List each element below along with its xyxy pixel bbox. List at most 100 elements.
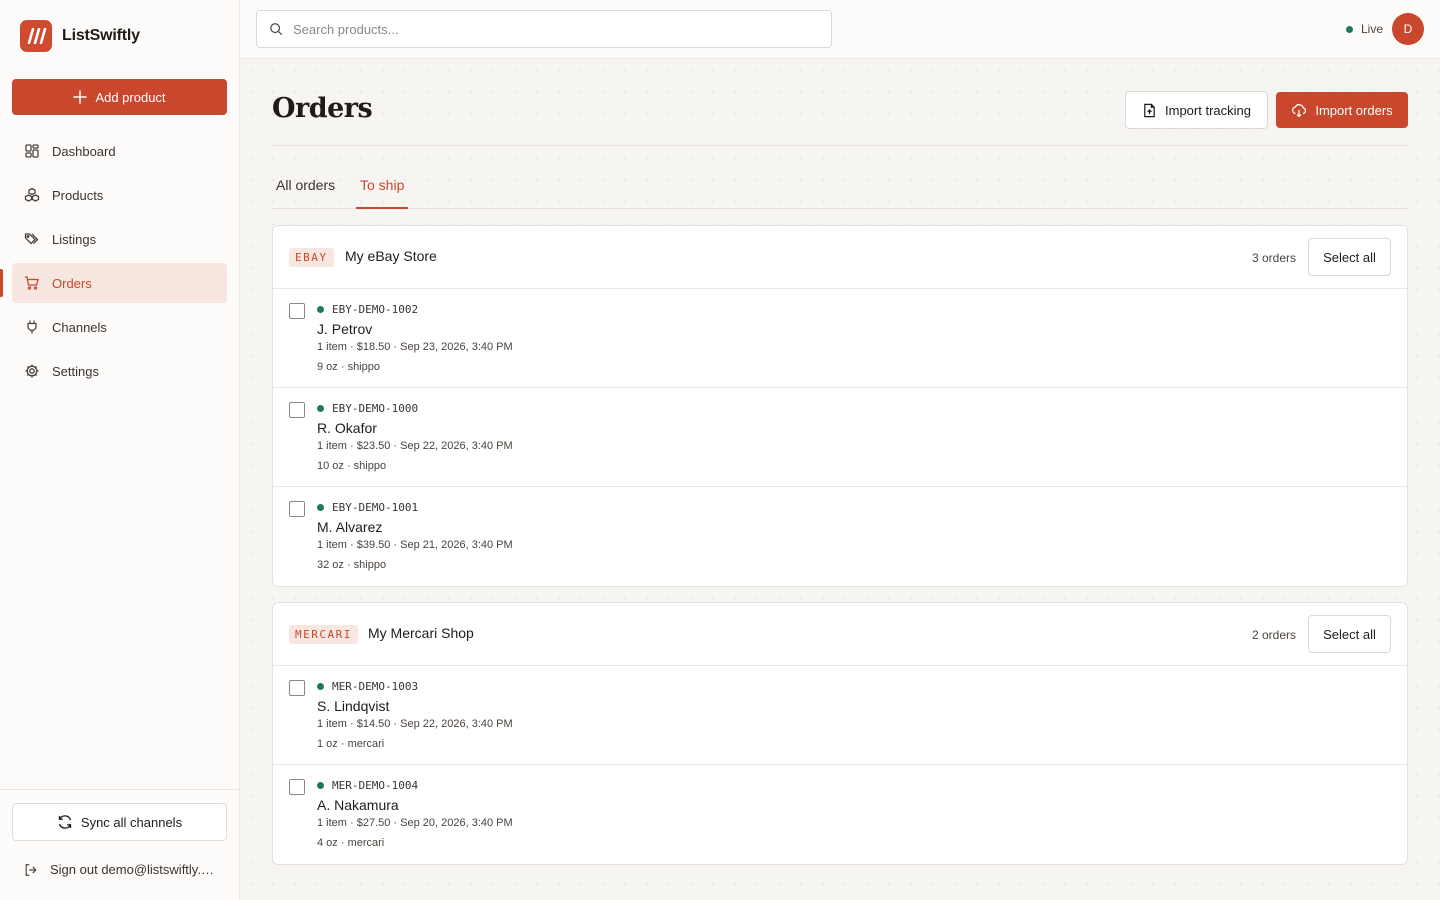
sign-out-label: Sign out demo@listswiftly.com <box>50 862 215 877</box>
order-row[interactable]: EBY-DEMO-1000 R. Okafor 1 item · $23.50 … <box>273 388 1407 487</box>
store-name: My Mercari Shop <box>368 625 474 641</box>
sidebar-footer: Sync all channels Sign out demo@listswif… <box>0 789 239 877</box>
import-orders-label: Import orders <box>1315 102 1393 118</box>
order-id-text: EBY-DEMO-1000 <box>332 402 419 415</box>
order-id-text: EBY-DEMO-1001 <box>332 501 419 514</box>
refresh-icon <box>58 815 72 829</box>
store-name: My eBay Store <box>345 248 437 264</box>
brand[interactable]: ListSwiftly <box>20 20 140 52</box>
order-id: EBY-DEMO-1001 <box>317 501 418 514</box>
order-id-text: MER-DEMO-1004 <box>332 779 419 792</box>
customer-name: R. Okafor <box>317 420 377 436</box>
shipping-info: 10 oz · shippo <box>317 460 387 472</box>
plus-icon <box>73 90 88 104</box>
sidebar-nav: Dashboard Products Listings Orders Chann… <box>12 131 227 395</box>
order-meta: 1 item · $14.50 · Sep 22, 2026, 3:40 PM <box>317 718 513 730</box>
active-nav-indicator <box>0 269 3 297</box>
topbar: Live D <box>240 0 1440 59</box>
channel-badge: EBAY <box>289 248 334 267</box>
add-product-button[interactable]: Add product <box>12 79 227 115</box>
customer-name: J. Petrov <box>317 321 373 337</box>
status-dot-icon <box>317 683 324 690</box>
page-title: Orders <box>272 93 373 124</box>
shipping-info: 4 oz · mercari <box>317 837 385 849</box>
sync-all-channels-button[interactable]: Sync all channels <box>12 803 227 841</box>
file-upload-icon <box>1144 103 1155 117</box>
order-checkbox[interactable] <box>289 779 305 795</box>
app-name: ListSwiftly <box>62 27 140 44</box>
boxes-icon <box>24 187 40 202</box>
sidebar-item-listings[interactable]: Listings <box>12 219 227 259</box>
group-header: EBAY My eBay Store 3 orders Select all <box>273 226 1407 289</box>
live-status: Live <box>1346 22 1383 36</box>
sidebar-item-label: Channels <box>52 319 107 335</box>
tab-to-ship[interactable]: To ship <box>356 165 409 209</box>
order-checkbox[interactable] <box>289 501 305 517</box>
shipping-info: 9 oz · shippo <box>317 361 380 373</box>
search-box[interactable] <box>256 10 832 48</box>
sidebar-item-settings[interactable]: Settings <box>12 351 227 391</box>
sidebar-item-label: Dashboard <box>52 143 116 159</box>
status-label: Live <box>1361 22 1384 36</box>
sidebar-item-label: Products <box>52 187 104 203</box>
order-group-ebay: EBAY My eBay Store 3 orders Select all E… <box>272 225 1408 587</box>
customer-name: S. Lindqvist <box>317 698 390 714</box>
order-id: EBY-DEMO-1000 <box>317 402 418 415</box>
plug-icon <box>27 320 37 334</box>
order-row[interactable]: EBY-DEMO-1001 M. Alvarez 1 item · $39.50… <box>273 487 1407 586</box>
order-id: EBY-DEMO-1002 <box>317 303 418 316</box>
order-id: MER-DEMO-1004 <box>317 779 418 792</box>
status-dot-icon <box>1346 25 1353 33</box>
sidebar-item-label: Orders <box>52 275 92 291</box>
search-icon <box>270 23 283 36</box>
order-row[interactable]: MER-DEMO-1004 A. Nakamura 1 item · $27.5… <box>273 765 1407 864</box>
logout-icon <box>25 863 37 876</box>
customer-name: M. Alvarez <box>317 519 383 535</box>
dashboard-icon <box>25 144 39 158</box>
sidebar-item-channels[interactable]: Channels <box>12 307 227 347</box>
select-all-button[interactable]: Select all <box>1308 615 1391 653</box>
tags-icon <box>24 233 39 245</box>
cloud-download-icon <box>1292 104 1307 118</box>
order-checkbox[interactable] <box>289 303 305 319</box>
order-checkbox[interactable] <box>289 402 305 418</box>
shipping-info: 1 oz · mercari <box>317 738 385 750</box>
search-input[interactable] <box>293 21 813 37</box>
order-id-text: EBY-DEMO-1002 <box>332 303 419 316</box>
shipping-info: 32 oz · shippo <box>317 559 387 571</box>
add-product-label: Add product <box>95 89 166 105</box>
order-meta: 1 item · $18.50 · Sep 23, 2026, 3:40 PM <box>317 341 513 353</box>
select-all-button[interactable]: Select all <box>1308 238 1391 276</box>
listswiftly-logo-icon <box>20 20 52 52</box>
status-dot-icon <box>317 306 324 313</box>
order-count: 2 orders <box>1251 628 1296 642</box>
order-checkbox[interactable] <box>289 680 305 696</box>
channel-badge: MERCARI <box>289 625 358 644</box>
order-id-text: MER-DEMO-1003 <box>332 680 419 693</box>
import-tracking-button[interactable]: Import tracking <box>1125 91 1268 129</box>
order-group-mercari: MERCARI My Mercari Shop 2 orders Select … <box>272 602 1408 865</box>
avatar[interactable]: D <box>1392 13 1424 45</box>
main-content: Orders Import tracking Import orders All… <box>240 59 1440 900</box>
sign-out-link[interactable]: Sign out demo@listswiftly.com <box>24 862 224 877</box>
import-orders-button[interactable]: Import orders <box>1276 92 1408 128</box>
status-dot-icon <box>317 405 324 412</box>
status-dot-icon <box>317 782 324 789</box>
order-row[interactable]: MER-DEMO-1003 S. Lindqvist 1 item · $14.… <box>273 666 1407 765</box>
sidebar: ListSwiftly Add product Dashboard Produc… <box>0 0 240 900</box>
sidebar-item-products[interactable]: Products <box>12 175 227 215</box>
gear-icon <box>25 364 39 378</box>
tab-all-orders[interactable]: All orders <box>272 165 339 208</box>
import-tracking-label: Import tracking <box>1165 102 1251 118</box>
sidebar-item-label: Listings <box>52 231 97 247</box>
order-row[interactable]: EBY-DEMO-1002 J. Petrov 1 item · $18.50 … <box>273 289 1407 388</box>
status-dot-icon <box>317 504 324 511</box>
sidebar-item-label: Settings <box>52 363 99 379</box>
sidebar-item-dashboard[interactable]: Dashboard <box>12 131 227 171</box>
order-tabs: All orders To ship <box>272 165 1408 209</box>
group-header: MERCARI My Mercari Shop 2 orders Select … <box>273 603 1407 666</box>
sidebar-item-orders[interactable]: Orders <box>12 263 227 303</box>
order-meta: 1 item · $39.50 · Sep 21, 2026, 3:40 PM <box>317 539 513 551</box>
order-meta: 1 item · $27.50 · Sep 20, 2026, 3:40 PM <box>317 817 513 829</box>
divider <box>272 145 1408 146</box>
